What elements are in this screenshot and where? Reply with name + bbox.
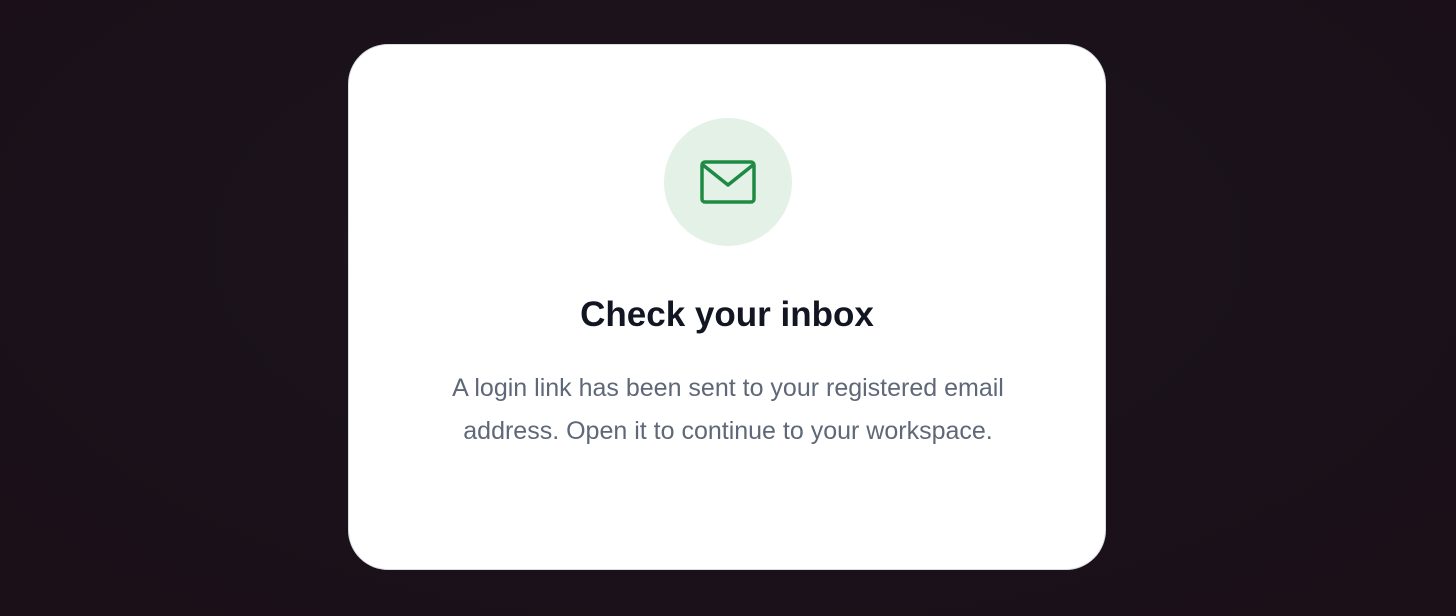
confirmation-card: Check your inbox A login link has been s…: [348, 44, 1106, 570]
confirmation-message: A login link has been sent to your regis…: [452, 374, 1004, 445]
page-title: Check your inbox: [580, 295, 874, 334]
envelope-icon: [700, 160, 756, 204]
icon-badge: [664, 118, 792, 246]
